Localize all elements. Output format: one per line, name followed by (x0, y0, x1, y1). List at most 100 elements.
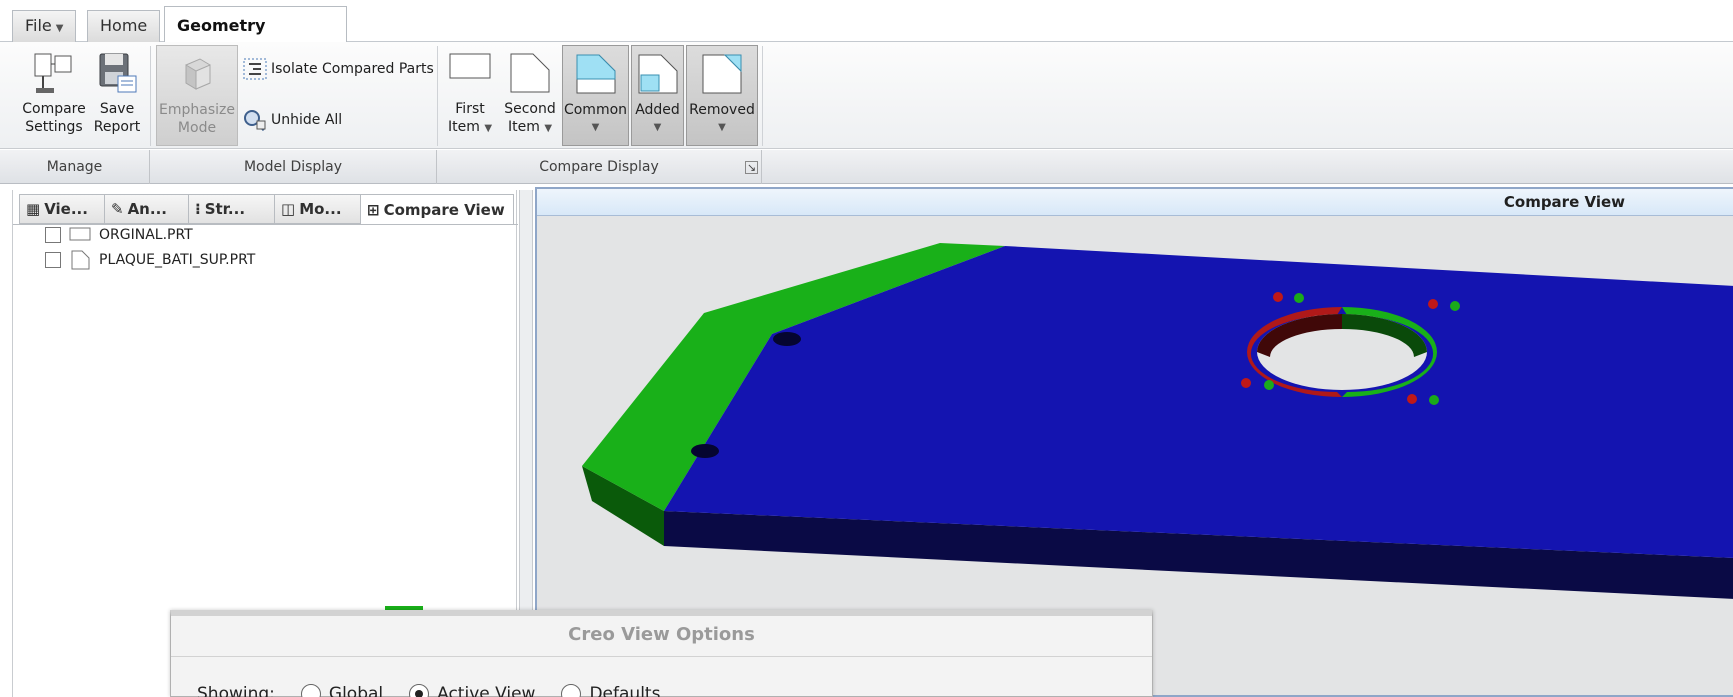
ribbon-tab-strip: File▼ Home Geometry Compare (0, 0, 1733, 73)
panel-tab-annotation[interactable]: ✎ An... (104, 194, 189, 224)
tree-item-label: ORGINAL.PRT (99, 227, 193, 243)
common-geometry-icon (576, 54, 615, 94)
part-icon (69, 227, 91, 241)
save-report-label-1: Save (99, 101, 135, 117)
part-icon (71, 250, 90, 270)
dialog-launcher-icon[interactable]: ↘ (745, 161, 758, 174)
view-tree-icon: ▦ (26, 200, 41, 218)
ribbon-divider (150, 46, 151, 146)
added-marker (1450, 301, 1460, 311)
added-geometry-icon (638, 54, 677, 94)
removed-geometry-icon (702, 54, 742, 94)
group-label-model-display: Model Display (150, 150, 437, 184)
isolate-parts-icon (243, 58, 267, 80)
first-item-icon (449, 53, 491, 79)
first-item-label-2: Item (447, 119, 480, 135)
small-hole (773, 332, 801, 346)
save-report-button[interactable]: Save Report (90, 50, 144, 145)
added-marker (1429, 395, 1439, 405)
viewport-title-bar: Compare View (537, 189, 1733, 216)
panel-tab-compare-view[interactable]: ⊞ Compare View (360, 194, 514, 225)
removed-marker (1273, 292, 1283, 302)
chevron-down-icon: ▼ (653, 122, 662, 133)
chevron-down-icon: ▼ (718, 122, 726, 133)
added-marker (1264, 380, 1274, 390)
common-toggle-button[interactable]: Common ▼ (562, 45, 629, 146)
panel-tab-model[interactable]: ◫ Mo... (274, 194, 361, 224)
radio-global-label: Global (328, 684, 384, 697)
showing-options-row: Showing: Global Active View Defaults (197, 684, 660, 697)
emphasize-mode-icon (185, 58, 211, 90)
compare-settings-button[interactable]: Compare Settings (18, 50, 90, 145)
common-label: Common (563, 102, 628, 118)
small-hole (691, 444, 719, 458)
tab-file[interactable]: File ▼ (12, 10, 77, 42)
radio-defaults[interactable] (561, 684, 582, 697)
second-item-icon (510, 53, 550, 93)
second-item-label-1: Second (504, 101, 556, 117)
panel-tab-view-label: Vie... (44, 200, 88, 218)
compare-view-icon: ⊞ (367, 201, 380, 219)
removed-marker (1407, 394, 1417, 404)
ribbon-group-labels: Manage Model Display Compare Display ↘ (0, 150, 1733, 184)
tree-item[interactable]: ORGINAL.PRT (45, 224, 193, 246)
emphasize-mode-label-2: Mode (177, 120, 217, 136)
ribbon-divider (437, 46, 438, 146)
added-marker (1294, 293, 1304, 303)
radio-active-view-label: Active View (437, 684, 536, 697)
chevron-down-icon: ▼ (484, 123, 493, 134)
chevron-down-icon: ▼ (55, 23, 64, 34)
second-item-label-2: Item (507, 119, 540, 135)
compare-settings-label-1: Compare (22, 101, 86, 117)
second-item-button[interactable]: Second Item ▼ (500, 50, 560, 145)
removed-marker (1241, 378, 1251, 388)
group-label-manage: Manage (0, 150, 150, 184)
panel-tab-structure[interactable]: ⁝ Str... (188, 194, 275, 224)
tree-item[interactable]: PLAQUE_BATI_SUP.PRT (45, 249, 255, 271)
emphasize-mode-button[interactable]: Emphasize Mode (156, 45, 238, 146)
panel-tab-annotation-label: An... (127, 200, 167, 218)
dialog-title: Creo View Options (568, 624, 755, 645)
added-label: Added (635, 102, 680, 118)
structure-icon: ⁝ (195, 200, 201, 218)
isolate-compared-parts-label: Isolate Compared Parts (271, 61, 434, 77)
removed-toggle-button[interactable]: Removed ▼ (686, 45, 758, 146)
unhide-all-button[interactable]: Unhide All (243, 109, 342, 131)
save-report-label-2: Report (93, 119, 141, 135)
tab-home-label: Home (100, 16, 148, 35)
added-toggle-button[interactable]: Added ▼ (631, 45, 684, 146)
panel-tab-view[interactable]: ▦ Vie... (19, 194, 105, 224)
radio-defaults-label: Defaults (589, 684, 661, 697)
dialog-divider (171, 656, 1152, 657)
chevron-down-icon: ▼ (591, 122, 600, 133)
group-label-compare-display: Compare Display (437, 150, 762, 184)
tab-file-label: File (25, 16, 52, 35)
chevron-down-icon: ▼ (544, 123, 553, 134)
creo-view-options-dialog: Creo View Options Showing: Global Active… (170, 610, 1153, 697)
tree-item-checkbox[interactable] (45, 252, 61, 268)
unhide-all-icon (244, 110, 266, 131)
panel-tab-compare-view-label: Compare View (383, 201, 505, 219)
panel-tab-structure-label: Str... (204, 200, 246, 218)
emphasize-mode-label-1: Emphasize (159, 102, 235, 118)
removed-marker (1428, 299, 1438, 309)
radio-active-view[interactable] (409, 684, 430, 697)
tree-item-label: PLAQUE_BATI_SUP.PRT (99, 252, 256, 268)
removed-label: Removed (689, 102, 755, 118)
first-item-button[interactable]: First Item ▼ (444, 50, 496, 145)
compare-settings-label-2: Settings (25, 119, 83, 135)
tree-item-checkbox[interactable] (45, 227, 61, 243)
first-item-label-1: First (455, 101, 485, 117)
tab-home[interactable]: Home (87, 10, 161, 42)
ribbon-divider (762, 46, 763, 146)
annotation-icon: ✎ (111, 200, 124, 218)
showing-label: Showing: (197, 684, 275, 697)
compare-settings-icon (34, 53, 72, 93)
isolate-compared-parts-button[interactable]: Isolate Compared Parts (243, 58, 434, 80)
ribbon: Compare Settings Save Report Emphasize M… (0, 42, 1733, 149)
unhide-all-label: Unhide All (271, 112, 343, 128)
cube-icon: ◫ (281, 200, 296, 218)
tab-geometry-compare[interactable]: Geometry Compare (164, 6, 347, 73)
radio-global[interactable] (300, 684, 321, 697)
viewport-title: Compare View (1503, 193, 1625, 211)
